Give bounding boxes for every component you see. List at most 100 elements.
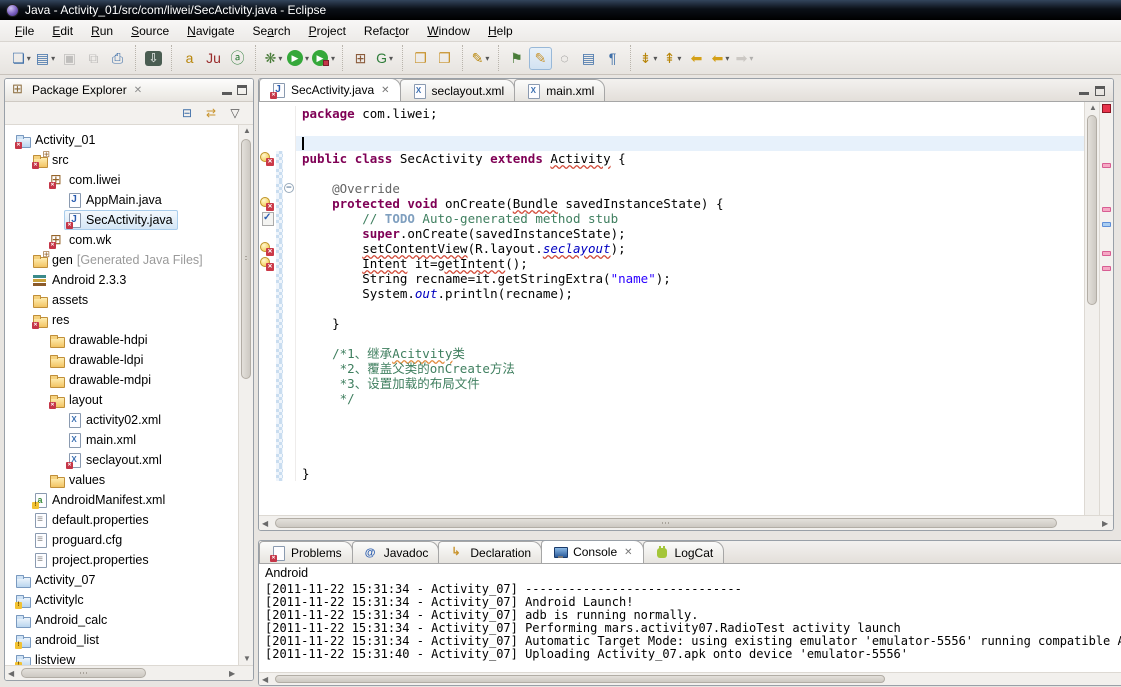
scroll-up-icon[interactable]: ▲ xyxy=(1089,104,1097,112)
gutter-annotation-column[interactable] xyxy=(259,181,276,196)
menu-run[interactable]: Run xyxy=(82,21,122,41)
tree-item-drawable-mdpi[interactable]: drawable-mdpi xyxy=(5,370,253,390)
flag-button[interactable]: ⚑ xyxy=(505,47,528,70)
gutter-annotation-column[interactable] xyxy=(259,136,276,151)
error-status-icon[interactable] xyxy=(1102,104,1111,113)
tree-item-src[interactable]: src xyxy=(5,150,253,170)
tree-item-res[interactable]: res xyxy=(5,310,253,330)
scroll-left-icon[interactable]: ◀ xyxy=(262,676,270,684)
menu-project[interactable]: Project xyxy=(300,21,355,41)
scrollbar-thumb[interactable] xyxy=(21,668,146,678)
ruler-marker-error[interactable] xyxy=(1102,163,1111,168)
maximize-editor-icon[interactable] xyxy=(1095,86,1105,96)
menu-navigate[interactable]: Navigate xyxy=(178,21,243,41)
dots-button[interactable]: ◌ xyxy=(553,47,576,70)
gutter-annotation-column[interactable] xyxy=(259,166,276,181)
gutter-annotation-column[interactable] xyxy=(259,151,276,166)
editor-horizontal-scrollbar[interactable]: ◀ ▶ xyxy=(259,515,1113,530)
print-button[interactable]: ⎙ xyxy=(106,47,129,70)
editor-tab-secactivity-java[interactable]: SecActivity.java✕ xyxy=(259,78,401,101)
collapse-all-button[interactable]: ⊟ xyxy=(177,103,197,123)
gutter-annotation-column[interactable] xyxy=(259,226,276,241)
gutter-annotation-column[interactable] xyxy=(259,106,276,121)
pen-button[interactable]: ✎▾ xyxy=(469,47,492,70)
editor-vertical-scrollbar[interactable]: ▲ xyxy=(1084,102,1099,515)
ruler-marker-error[interactable] xyxy=(1102,266,1111,271)
gutter-annotation-column[interactable] xyxy=(259,391,276,406)
gutter-annotation-column[interactable] xyxy=(259,316,276,331)
back-button[interactable]: ⬅▾ xyxy=(709,47,732,70)
gutter-annotation-column[interactable] xyxy=(259,256,276,271)
quickfix-error-icon[interactable] xyxy=(260,151,275,166)
tree-horizontal-scrollbar[interactable]: ◀ ▶ xyxy=(5,665,253,680)
prev-annotation-button[interactable]: ⇞▾ xyxy=(661,47,684,70)
scroll-left-icon[interactable]: ◀ xyxy=(262,520,270,528)
gutter-annotation-column[interactable] xyxy=(259,271,276,286)
gutter-annotation-column[interactable] xyxy=(259,376,276,391)
minimize-view-icon[interactable] xyxy=(222,86,232,95)
tree-item-gen[interactable]: gen[Generated Java Files] xyxy=(5,250,253,270)
menu-search[interactable]: Search xyxy=(244,21,300,41)
quickfix-error-icon[interactable] xyxy=(260,241,275,256)
link-with-editor-button[interactable]: ⇄ xyxy=(201,103,221,123)
menu-file[interactable]: File xyxy=(6,21,43,41)
gutter-annotation-column[interactable] xyxy=(259,451,276,466)
console-tab-javadoc[interactable]: Javadoc xyxy=(352,541,440,563)
gutter-annotation-column[interactable] xyxy=(259,241,276,256)
tree-item-secactivity-java[interactable]: SecActivity.java xyxy=(5,210,253,230)
gutter-annotation-column[interactable] xyxy=(259,286,276,301)
debug-button[interactable]: ❋▾ xyxy=(262,47,285,70)
show-whitespace-button[interactable]: ¶ xyxy=(601,47,624,70)
tree-item-values[interactable]: values xyxy=(5,470,253,490)
gutter-annotation-column[interactable] xyxy=(259,346,276,361)
close-tab-icon[interactable]: ✕ xyxy=(624,547,632,558)
tree-item-appmain-java[interactable]: AppMain.java xyxy=(5,190,253,210)
package-explorer-tree[interactable]: ▲ ▼ Activity_01srccom.liweiAppMain.javaS… xyxy=(5,125,253,665)
scroll-down-icon[interactable]: ▼ xyxy=(243,655,251,663)
external-tools-button[interactable]: ▶▾ xyxy=(311,47,336,70)
tree-item-main-xml[interactable]: main.xml xyxy=(5,430,253,450)
menu-refactor[interactable]: Refactor xyxy=(355,21,418,41)
task-marker-icon[interactable] xyxy=(260,211,275,226)
save-all-button[interactable]: ⧉ xyxy=(82,47,105,70)
gutter-annotation-column[interactable] xyxy=(259,211,276,226)
tree-item-android-list[interactable]: android_list xyxy=(5,630,253,650)
tree-item-layout[interactable]: layout xyxy=(5,390,253,410)
new-android-xml-button[interactable]: ⓐ xyxy=(226,47,249,70)
tree-item-activity-07[interactable]: Activity_07 xyxy=(5,570,253,590)
show-source-button[interactable]: ▤ xyxy=(577,47,600,70)
new-android-project-button[interactable]: a xyxy=(178,47,201,70)
scrollbar-thumb[interactable] xyxy=(241,139,251,379)
editor-tab-seclayout-xml[interactable]: seclayout.xml xyxy=(400,79,516,101)
close-tab-icon[interactable]: ✕ xyxy=(381,85,389,96)
ruler-marker-error[interactable] xyxy=(1102,251,1111,256)
gutter-annotation-column[interactable] xyxy=(259,421,276,436)
forward-button[interactable]: ➡▾ xyxy=(733,47,756,70)
tree-vertical-scrollbar[interactable]: ▲ ▼ xyxy=(238,125,253,665)
menu-edit[interactable]: Edit xyxy=(43,21,82,41)
new-junit-test-button[interactable]: Ju xyxy=(202,47,225,70)
tree-item-default-properties[interactable]: default.properties xyxy=(5,510,253,530)
tree-item-android-calc[interactable]: Android_calc xyxy=(5,610,253,630)
new-menu-button[interactable]: ▤▾ xyxy=(34,47,57,70)
console-tab-console[interactable]: Console✕ xyxy=(541,540,643,563)
tree-item-proguard-cfg[interactable]: proguard.cfg xyxy=(5,530,253,550)
import-folder-button[interactable]: ❐ xyxy=(409,47,432,70)
close-view-icon[interactable]: ✕ xyxy=(132,85,144,96)
save-button[interactable]: ▣ xyxy=(58,47,81,70)
quickfix-error-icon[interactable] xyxy=(260,196,275,211)
console-tab-problems[interactable]: Problems xyxy=(259,541,353,563)
gwt-button[interactable]: G▾ xyxy=(373,47,396,70)
menu-help[interactable]: Help xyxy=(479,21,522,41)
scrollbar-thumb[interactable] xyxy=(275,518,1057,528)
next-annotation-button[interactable]: ⇟▾ xyxy=(637,47,660,70)
scroll-up-icon[interactable]: ▲ xyxy=(243,127,251,135)
scroll-left-icon[interactable]: ◀ xyxy=(8,670,16,678)
editor-body[interactable]: package com.liwei;public class SecActivi… xyxy=(259,102,1113,515)
gutter-annotation-column[interactable] xyxy=(259,466,276,481)
console-tab-declaration[interactable]: Declaration xyxy=(438,541,542,563)
last-edit-location-button[interactable]: ⬅ xyxy=(685,47,708,70)
tree-item-activitylc[interactable]: Activitylc xyxy=(5,590,253,610)
tree-item-assets[interactable]: assets xyxy=(5,290,253,310)
gutter-annotation-column[interactable] xyxy=(259,436,276,451)
